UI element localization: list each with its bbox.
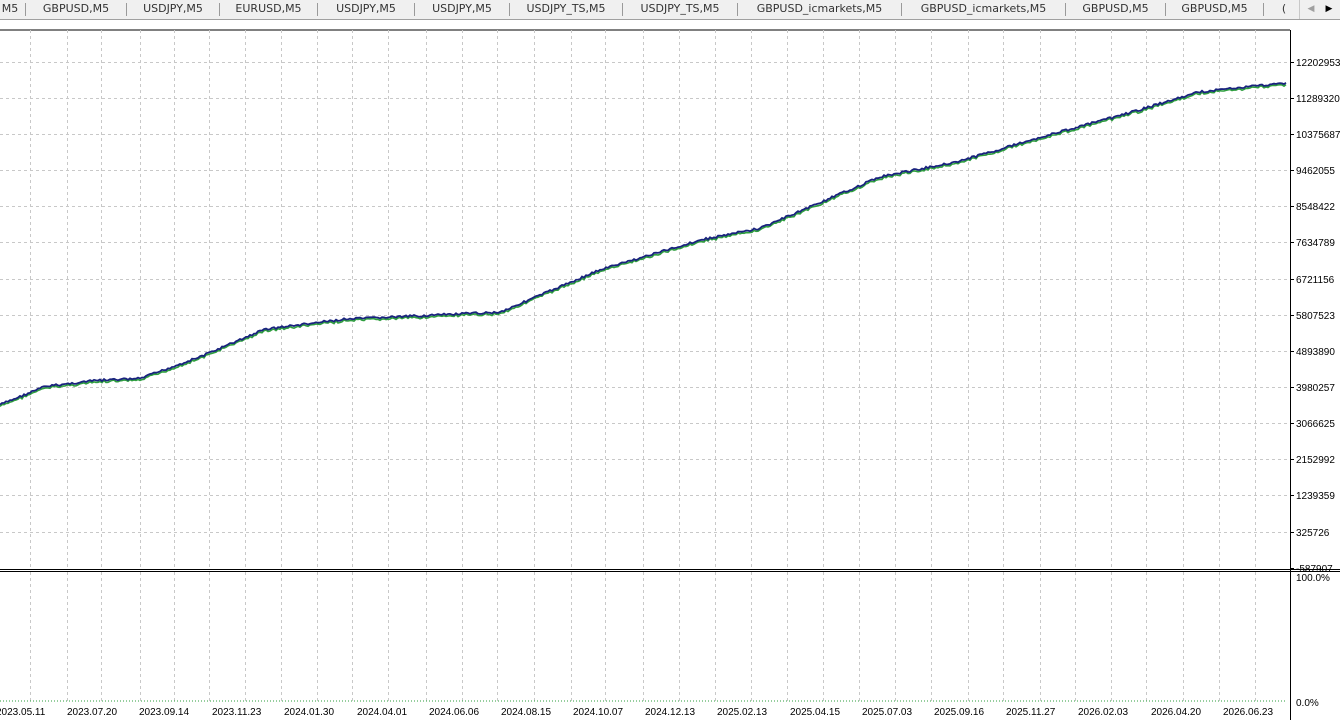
- deposit-load-tick-label: 100.0%: [1296, 573, 1330, 584]
- y-axis-tick-label: 10375687: [1296, 130, 1340, 141]
- chart-tab[interactable]: GBPUSD,M5: [1166, 0, 1263, 19]
- x-axis-date-label: 2024.06.06: [429, 707, 479, 718]
- chart-tab[interactable]: M5: [0, 0, 25, 19]
- y-axis-tick-label: 3980257: [1296, 383, 1335, 394]
- chart-tab[interactable]: GBPUSD,M5: [1066, 0, 1165, 19]
- tab-separator: [737, 3, 738, 16]
- chart-tab-bar: M5 GBPUSD,M5 USDJPY,M5 EURUSD,M5 USDJPY,M5 US…: [0, 0, 1340, 20]
- x-axis-date-label: 2025.07.03: [862, 707, 912, 718]
- x-axis-date-label: 2023.07.20: [67, 707, 117, 718]
- tab-separator: [509, 3, 510, 16]
- chart-tab[interactable]: USDJPY_TS,M5: [510, 0, 622, 19]
- x-axis-date-label: 2023.11.23: [212, 707, 262, 718]
- chart-tab[interactable]: USDJPY,M5: [318, 0, 414, 19]
- chart-tab[interactable]: GBPUSD_icmarkets,M5: [902, 0, 1065, 19]
- y-axis-tick-label: 8548422: [1296, 202, 1335, 213]
- x-axis-date-label: 2023.09.14: [139, 707, 189, 718]
- y-axis-tick-label: 1239359: [1296, 491, 1335, 502]
- y-axis-tick-label: 6721156: [1296, 275, 1335, 286]
- x-axis-date-label: 2025.02.13: [717, 707, 767, 718]
- tab-separator: [1065, 3, 1066, 16]
- chart-tab[interactable]: EURUSD,M5: [220, 0, 317, 19]
- x-axis-date-label: 2024.10.07: [573, 707, 623, 718]
- tab-separator: [622, 3, 623, 16]
- chart-tab[interactable]: GBPUSD_icmarkets,M5: [738, 0, 901, 19]
- chart-tab[interactable]: USDJPY,M5: [415, 0, 509, 19]
- y-axis-tick-label: 11289320: [1296, 94, 1340, 105]
- y-axis-tick-label: 12202953: [1296, 58, 1340, 69]
- tab-separator: [1165, 3, 1166, 16]
- x-axis-date-label: 2026.06.23: [1223, 707, 1273, 718]
- deposit-load-tick-label: 0.0%: [1296, 698, 1319, 709]
- tab-separator: [901, 3, 902, 16]
- tab-separator: [317, 3, 318, 16]
- x-axis-date-label: 2025.11.27: [1006, 707, 1056, 718]
- x-axis-date-label: 2024.04.01: [357, 707, 407, 718]
- x-axis-date-label: 2026.04.20: [1151, 707, 1201, 718]
- x-axis-date-label: 2024.01.30: [284, 707, 334, 718]
- x-axis-date-label: 2026.02.03: [1078, 707, 1128, 718]
- y-axis-tick-label: 4893890: [1296, 347, 1335, 358]
- tab-separator: [1263, 3, 1264, 16]
- x-axis-date-label: 2023.05.11: [0, 707, 46, 718]
- chart-tab[interactable]: (: [1264, 0, 1304, 19]
- x-axis-date-label: 2025.04.15: [790, 707, 840, 718]
- y-axis-tick-label: 325726: [1296, 528, 1330, 539]
- y-axis-tick-label: 9462055: [1296, 166, 1335, 177]
- strategy-tester-graph[interactable]: 12202953 11289320 10375687 9462055 8548422 76…: [0, 0, 1340, 720]
- chart-tab[interactable]: USDJPY,M5: [127, 0, 219, 19]
- scroll-right-icon[interactable]: ▶: [1320, 0, 1338, 19]
- tab-separator: [219, 3, 220, 16]
- y-axis-tick-label: 7634789: [1296, 238, 1335, 249]
- tab-separator: [414, 3, 415, 16]
- tab-separator: [126, 3, 127, 16]
- chart-tab[interactable]: GBPUSD,M5: [26, 0, 126, 19]
- x-axis-date-label: 2024.12.13: [645, 707, 695, 718]
- y-axis-tick-label: 3066625: [1296, 419, 1335, 430]
- y-axis-tick-label: 2152992: [1296, 455, 1335, 466]
- scroll-left-icon[interactable]: ◀: [1302, 0, 1320, 19]
- x-axis-date-label: 2025.09.16: [934, 707, 984, 718]
- tab-separator: [25, 3, 26, 16]
- x-axis-date-label: 2024.08.15: [501, 707, 551, 718]
- chart-tab[interactable]: USDJPY_TS,M5: [623, 0, 737, 19]
- y-axis-tick-label: 5807523: [1296, 311, 1335, 322]
- tab-scroll-controls: ◀ ▶: [1299, 0, 1340, 19]
